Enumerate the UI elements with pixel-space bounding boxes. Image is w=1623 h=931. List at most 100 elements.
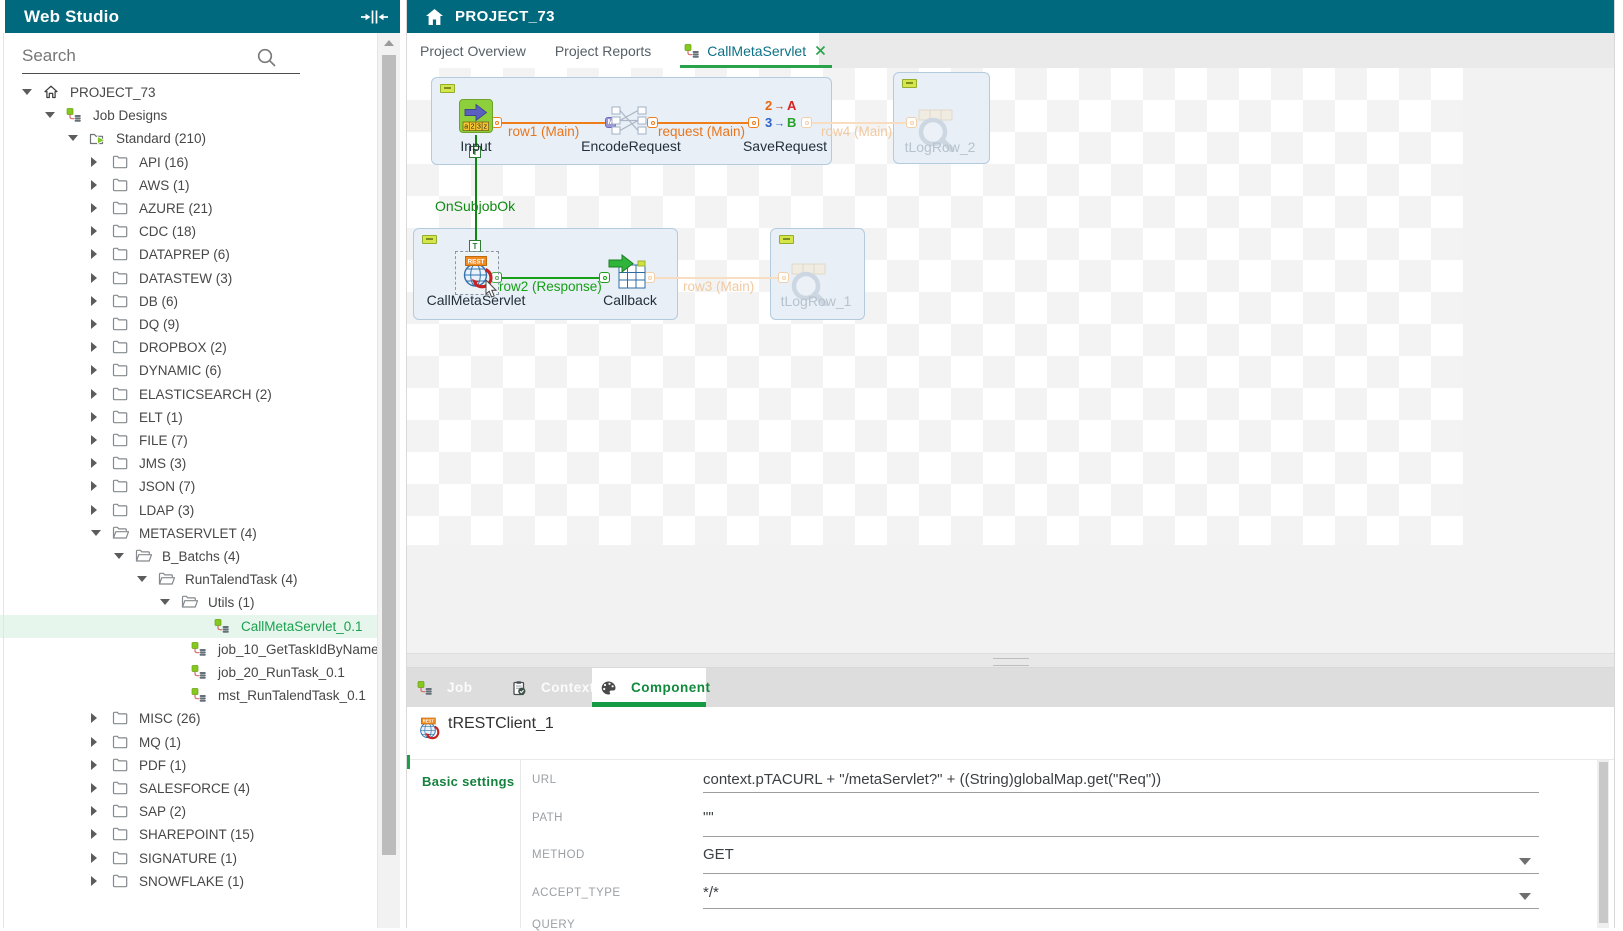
chevron-down-icon[interactable] <box>45 112 55 118</box>
dropdown-icon[interactable] <box>1519 858 1531 865</box>
field-value-path[interactable]: "" <box>703 809 714 826</box>
tree-item[interactable]: PDF (1) <box>0 754 377 777</box>
chevron-down-icon[interactable] <box>22 89 32 95</box>
chevron-right-icon[interactable] <box>91 737 97 747</box>
tree-item[interactable]: JSON (7) <box>0 475 377 498</box>
tree-item[interactable]: RunTalendTask (4) <box>0 568 377 591</box>
tree-item[interactable]: API (16) <box>0 151 377 174</box>
connection-label[interactable]: row3 (Main) <box>683 279 754 294</box>
tree-item[interactable]: SNOWFLAKE (1) <box>0 870 377 893</box>
tree-item[interactable]: MISC (26) <box>0 707 377 730</box>
chevron-right-icon[interactable] <box>91 226 97 236</box>
tree-item[interactable]: DQ (9) <box>0 313 377 336</box>
search-icon[interactable] <box>256 47 278 69</box>
tree-item[interactable]: AZURE (21) <box>0 197 377 220</box>
tree-item[interactable]: ELASTICSEARCH (2) <box>0 383 377 406</box>
onsubjobok-label[interactable]: OnSubjobOk <box>435 198 515 214</box>
tree-item[interactable]: SAP (2) <box>0 800 377 823</box>
tab-project-overview[interactable]: Project Overview <box>420 43 526 59</box>
resize-grip[interactable] <box>993 658 1029 666</box>
tree-item[interactable]: DROPBOX (2) <box>0 336 377 359</box>
tree-item[interactable]: DATAPREP (6) <box>0 243 377 266</box>
tree-item[interactable]: Job Designs <box>0 104 377 127</box>
panel-tab-context[interactable]: Context <box>503 668 591 707</box>
tree-item[interactable]: PROJECT_73 <box>0 81 377 104</box>
collapse-subjob-icon[interactable] <box>779 235 794 244</box>
tree-item[interactable]: CDC (18) <box>0 220 377 243</box>
panel-tab-job[interactable]: Job <box>407 668 503 707</box>
chevron-right-icon[interactable] <box>91 481 97 491</box>
tree-item[interactable]: DATASTEW (3) <box>0 267 377 290</box>
home-icon[interactable] <box>425 8 444 26</box>
tree-item[interactable]: FILE (7) <box>0 429 377 452</box>
chevron-right-icon[interactable] <box>91 713 97 723</box>
chevron-right-icon[interactable] <box>91 296 97 306</box>
chevron-down-icon[interactable] <box>114 553 124 559</box>
tree-item[interactable]: MQ (1) <box>0 731 377 754</box>
field-value-accept_type[interactable]: */* <box>703 884 719 901</box>
close-icon[interactable] <box>815 45 826 56</box>
connection-label[interactable]: row4 (Main) <box>821 124 892 139</box>
tree-item[interactable]: DYNAMIC (6) <box>0 359 377 382</box>
tab-project-reports[interactable]: Project Reports <box>555 43 651 59</box>
sidebar-scrollbar[interactable] <box>377 33 400 928</box>
chevron-right-icon[interactable] <box>91 389 97 399</box>
chevron-down-icon[interactable] <box>137 576 147 582</box>
panel-resize-handle[interactable] <box>407 653 1614 668</box>
tree-item[interactable]: AWS (1) <box>0 174 377 197</box>
settings-scrollbar[interactable] <box>1597 760 1609 928</box>
tree-item[interactable]: Standard (210) <box>0 127 377 150</box>
chevron-right-icon[interactable] <box>91 249 97 259</box>
connection-label[interactable]: request (Main) <box>658 124 745 139</box>
tree-item[interactable]: SIGNATURE (1) <box>0 847 377 870</box>
tree-item[interactable]: DB (6) <box>0 290 377 313</box>
collapse-sidebar-icon[interactable] <box>361 9 388 25</box>
tab-callmetaservlet[interactable]: CallMetaServlet <box>680 33 832 68</box>
chevron-right-icon[interactable] <box>91 458 97 468</box>
chevron-down-icon[interactable] <box>91 530 101 536</box>
tree-item[interactable]: LDAP (3) <box>0 499 377 522</box>
field-value-url[interactable]: context.pTACURL + "/metaServlet?" + ((St… <box>703 771 1161 788</box>
chevron-down-icon[interactable] <box>160 599 170 605</box>
tree-item[interactable]: job_20_RunTask_0.1 <box>0 661 377 684</box>
tree-item[interactable]: ELT (1) <box>0 406 377 429</box>
tree-item[interactable]: METASERVLET (4) <box>0 522 377 545</box>
collapse-subjob-icon[interactable] <box>422 235 437 244</box>
tree-item[interactable]: CallMetaServlet_0.1 <box>0 615 377 638</box>
scrollbar-thumb[interactable] <box>1599 762 1608 923</box>
connector-endpoint[interactable] <box>748 117 759 128</box>
chevron-down-icon[interactable] <box>68 135 78 141</box>
chevron-right-icon[interactable] <box>91 853 97 863</box>
tree-item[interactable]: mst_RunTalendTask_0.1 <box>0 684 377 707</box>
component-callback[interactable] <box>607 252 647 290</box>
chevron-right-icon[interactable] <box>91 829 97 839</box>
connection-label[interactable]: row1 (Main) <box>508 124 579 139</box>
chevron-right-icon[interactable] <box>91 180 97 190</box>
field-value-method[interactable]: GET <box>703 846 734 863</box>
tree-item[interactable]: Utils (1) <box>0 591 377 614</box>
dropdown-icon[interactable] <box>1519 893 1531 900</box>
connector-endpoint[interactable] <box>647 117 658 128</box>
tree-item[interactable]: SALESFORCE (4) <box>0 777 377 800</box>
chevron-right-icon[interactable] <box>91 783 97 793</box>
chevron-right-icon[interactable] <box>91 876 97 886</box>
chevron-right-icon[interactable] <box>91 203 97 213</box>
chevron-right-icon[interactable] <box>91 365 97 375</box>
chevron-right-icon[interactable] <box>91 806 97 816</box>
chevron-right-icon[interactable] <box>91 435 97 445</box>
scrollbar-thumb[interactable] <box>382 55 396 855</box>
chevron-right-icon[interactable] <box>91 412 97 422</box>
component-encode_request[interactable] <box>611 104 647 138</box>
scroll-up-icon[interactable] <box>384 40 394 46</box>
tree-item[interactable]: SHAREPOINT (15) <box>0 823 377 846</box>
chevron-right-icon[interactable] <box>91 319 97 329</box>
chevron-right-icon[interactable] <box>91 342 97 352</box>
section-basic-settings[interactable]: Basic settings <box>422 774 514 789</box>
panel-tab-component[interactable]: Component <box>592 668 706 707</box>
chevron-right-icon[interactable] <box>91 760 97 770</box>
tree-item[interactable]: job_10_GetTaskIdByName... <box>0 638 377 661</box>
chevron-right-icon[interactable] <box>91 157 97 167</box>
component-save_request[interactable]: 2→A3→B <box>764 96 804 134</box>
job-design-canvas[interactable]: OnSubjobOkTTrow1 (Main)request (Main)row… <box>407 68 1614 653</box>
chevron-right-icon[interactable] <box>91 505 97 515</box>
